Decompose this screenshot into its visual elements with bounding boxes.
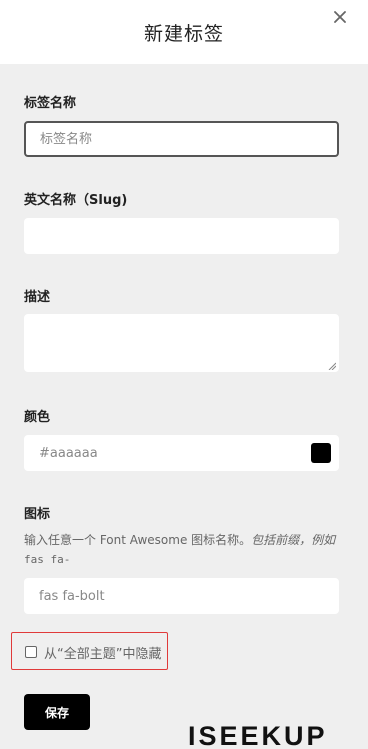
hide-checkbox-label[interactable]: 从“全部主题”中隐藏: [44, 643, 161, 662]
icon-help-text: 输入任意一个 Font Awesome 图标名称。包括前缀，例如 fas fa-: [24, 531, 344, 569]
iseekup-watermark-logo: ISEEKUP: [188, 722, 328, 748]
icon-help-prefix: 输入任意一个 Font Awesome 图标名称。: [24, 533, 252, 547]
close-icon[interactable]: [330, 7, 350, 27]
color-label: 颜色: [24, 410, 51, 425]
hide-option-highlight: 从“全部主题”中隐藏: [11, 632, 168, 670]
description-textarea[interactable]: [24, 314, 339, 372]
icon-help-italic: 包括前缀，例如: [251, 533, 336, 547]
name-label: 标签名称: [24, 96, 77, 111]
dialog-header: 新建标签: [0, 0, 368, 64]
slug-input[interactable]: [24, 218, 339, 254]
color-swatch[interactable]: [311, 443, 331, 463]
dialog-title: 新建标签: [143, 22, 224, 45]
description-label: 描述: [24, 290, 51, 305]
name-input[interactable]: [24, 121, 339, 157]
icon-input[interactable]: [24, 578, 339, 614]
svg-text:ISEEKUP: ISEEKUP: [188, 722, 328, 748]
color-input[interactable]: [24, 435, 339, 471]
icon-label: 图标: [24, 507, 51, 522]
icon-help-code: fas fa-: [24, 553, 71, 566]
save-button[interactable]: 保存: [24, 694, 90, 730]
hide-checkbox[interactable]: [25, 646, 37, 658]
resize-grip-icon[interactable]: [328, 362, 336, 370]
slug-label: 英文名称（Slug): [24, 193, 128, 208]
